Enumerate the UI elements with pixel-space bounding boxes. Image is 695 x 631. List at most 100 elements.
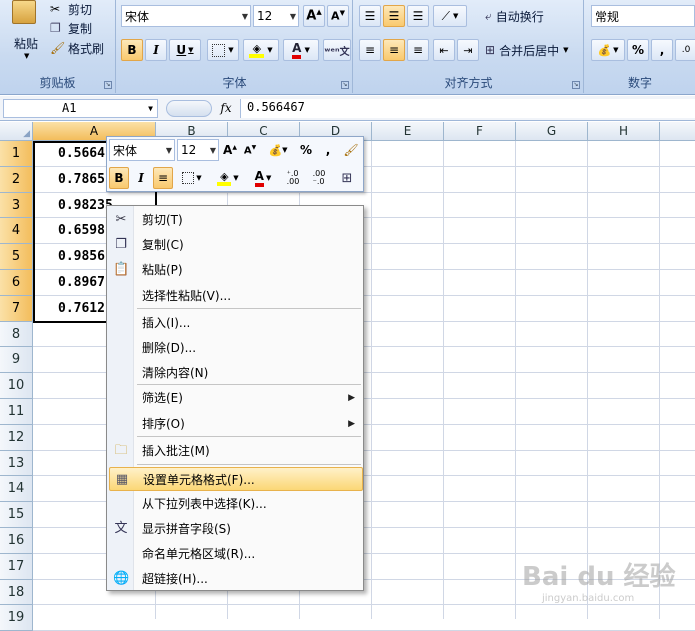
mini-format-painter-button[interactable]: 🖌 (341, 139, 361, 161)
mini-increase-decimal-button[interactable]: ⁺.0 .00 (281, 167, 305, 189)
decrease-indent-button[interactable]: ⇤ (433, 39, 455, 61)
mini-font-select[interactable]: 宋体 ▼ (109, 139, 175, 161)
row-header-6[interactable]: 6 (0, 270, 33, 296)
menu-item-5[interactable]: 插入(I)... (109, 311, 363, 335)
increase-indent-button[interactable]: ⇥ (457, 39, 479, 61)
mini-bold-button[interactable]: B (109, 167, 129, 189)
borders-button[interactable]: ▼ (207, 39, 239, 61)
mini-grow-font-button[interactable]: A▲ (221, 139, 239, 161)
row-header-15[interactable]: 15 (0, 502, 33, 528)
menu-item-label: 插入(I)... (142, 316, 191, 330)
align-middle-button[interactable]: ☰ (383, 5, 405, 27)
select-all-corner[interactable]: ◢ (0, 122, 33, 141)
font-name-select[interactable]: 宋体 ▼ (121, 5, 251, 27)
row-header-11[interactable]: 11 (0, 399, 33, 425)
cut-button[interactable]: ✂ 剪切 (50, 0, 92, 18)
menu-item-13[interactable]: 文显示拼音字段(S) (109, 517, 363, 541)
increase-decimal-button[interactable]: .0 (675, 39, 695, 61)
row-header-12[interactable]: 12 (0, 424, 33, 451)
wrap-text-button[interactable]: ⤶ 自动换行 (482, 5, 578, 27)
mini-accounting-button[interactable]: 💰 ▼ (263, 139, 293, 161)
formula-bar-splitter[interactable] (166, 100, 212, 117)
comma-style-button[interactable]: , (651, 39, 673, 61)
merge-center-button[interactable]: ⊞ 合并后居中 ▼ (482, 39, 582, 61)
font-launcher-icon[interactable]: ↘ (341, 81, 349, 89)
row-header-1[interactable]: 1 (0, 141, 33, 167)
number-format-select[interactable]: 常规 (591, 5, 695, 27)
clipboard-launcher-icon[interactable]: ↘ (104, 81, 112, 89)
row-header-16[interactable]: 16 (0, 528, 33, 554)
paste-button[interactable]: 粘贴 ▼ (8, 0, 44, 60)
align-top-button[interactable]: ☰ (359, 5, 381, 27)
row-header-14[interactable]: 14 (0, 476, 33, 503)
fill-color-button[interactable]: ◈ ▼ (243, 39, 279, 61)
mini-comma-button[interactable]: , (319, 139, 337, 161)
row-header-5[interactable]: 5 (0, 244, 33, 270)
row-header-19[interactable]: 19 (0, 605, 33, 631)
shrink-font-button[interactable]: A▼ (327, 5, 349, 27)
mini-font-color-button[interactable]: A ▼ (247, 167, 279, 189)
mini-size-select[interactable]: 12 ▼ (177, 139, 219, 161)
font-color-button[interactable]: A ▼ (283, 39, 319, 61)
percent-style-button[interactable]: % (627, 39, 649, 61)
row-header-9[interactable]: 9 (0, 347, 33, 374)
menu-item-7[interactable]: 清除内容(N) (109, 361, 363, 385)
font-size-select[interactable]: 12 ▼ (253, 5, 299, 27)
menu-item-9[interactable]: 排序(O) ▶ (109, 412, 363, 436)
column-header-g[interactable]: G (516, 122, 588, 141)
mini-fill-color-button[interactable]: ◈ ▼ (211, 167, 245, 189)
copy-button[interactable]: ❐ 复制 (50, 19, 92, 37)
alignment-launcher-icon[interactable]: ↘ (572, 81, 580, 89)
mini-percent-button[interactable]: % (297, 139, 315, 161)
menu-item-8[interactable]: 筛选(E) ▶ (109, 386, 363, 410)
mini-merge-button[interactable]: ⊞ (335, 167, 359, 189)
row-header-4[interactable]: 4 (0, 218, 33, 245)
mini-borders-button[interactable]: ▼ (177, 167, 207, 189)
phonetic-button[interactable]: ʷᵉⁿ文 (323, 39, 351, 61)
column-header-f[interactable]: F (444, 122, 516, 141)
column-header-e[interactable]: E (372, 122, 444, 141)
copy-label: 复制 (68, 21, 93, 36)
menu-item-4[interactable]: 选择性粘贴(V)... (109, 284, 363, 308)
menu-item-3[interactable]: 📋 粘贴(P) (109, 258, 363, 282)
orientation-icon: ⟋ (441, 8, 450, 23)
formula-input[interactable]: 0.566467 (240, 99, 695, 118)
row-header-18[interactable]: 18 (0, 579, 33, 606)
align-center-button[interactable]: ≡ (383, 39, 405, 61)
row-header-13[interactable]: 13 (0, 450, 33, 477)
wrap-text-label: 自动换行 (495, 9, 544, 24)
menu-item-11[interactable]: ▦ 设置单元格格式(F)... (109, 467, 363, 491)
row-header-8[interactable]: 8 (0, 321, 33, 348)
scissors-icon: ✂ (50, 2, 61, 16)
mini-decrease-decimal-button[interactable]: .00 ⁻.0 (307, 167, 331, 189)
fx-icon[interactable]: fx (214, 99, 238, 118)
mini-center-button[interactable]: ≡ (153, 167, 173, 189)
menu-item-6[interactable]: 删除(D)... (109, 336, 363, 360)
menu-item-15[interactable]: 🌐 超链接(H)... (109, 567, 363, 591)
mini-italic-button[interactable]: I (131, 167, 151, 189)
row-header-2[interactable]: 2 (0, 166, 33, 193)
row-header-17[interactable]: 17 (0, 553, 33, 580)
format-painter-button[interactable]: 🖌 格式刷 (50, 39, 104, 57)
menu-item-10[interactable]: 🗀 插入批注(M) (109, 439, 363, 463)
menu-item-12[interactable]: 从下拉列表中选择(K)... (109, 492, 363, 516)
accounting-format-button[interactable]: 💰 ▼ (591, 39, 625, 61)
name-box[interactable]: A1 ▼ (3, 99, 158, 118)
align-left-button[interactable]: ≡ (359, 39, 381, 61)
row-header-10[interactable]: 10 (0, 373, 33, 399)
grow-font-button[interactable]: A▲ (303, 5, 325, 27)
menu-item-1[interactable]: ✂ 剪切(T) (109, 208, 363, 232)
bold-button[interactable]: B (121, 39, 143, 61)
column-header-partial[interactable] (660, 122, 695, 141)
row-header-7[interactable]: 7 (0, 295, 33, 322)
menu-item-14[interactable]: 命名单元格区域(R)... (109, 542, 363, 566)
orientation-button[interactable]: ⟋ ▼ (433, 5, 467, 27)
align-right-button[interactable]: ≡ (407, 39, 429, 61)
align-bottom-button[interactable]: ☰ (407, 5, 429, 27)
row-header-3[interactable]: 3 (0, 192, 33, 219)
menu-item-2[interactable]: ❐ 复制(C) (109, 233, 363, 257)
italic-button[interactable]: I (145, 39, 167, 61)
underline-button[interactable]: U ▼ (169, 39, 201, 61)
column-header-h[interactable]: H (588, 122, 660, 141)
mini-shrink-font-button[interactable]: A▼ (241, 139, 259, 161)
